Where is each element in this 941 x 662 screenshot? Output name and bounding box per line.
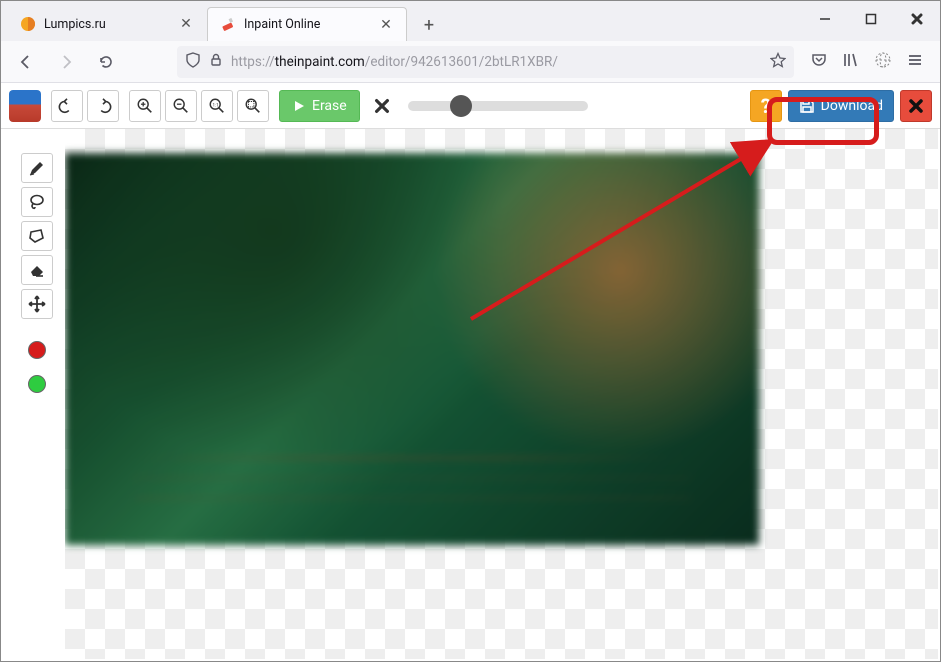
new-tab-button[interactable]: + — [413, 9, 445, 41]
app-logo — [9, 90, 41, 122]
browser-tab-title: Inpaint Online — [244, 17, 378, 32]
close-editor-button[interactable] — [900, 90, 932, 122]
nav-reload-button[interactable] — [91, 47, 121, 77]
erase-label: Erase — [312, 98, 347, 114]
zoom-in-button[interactable] — [129, 90, 161, 122]
save-icon — [799, 98, 815, 114]
url-protocol: https:// — [231, 54, 275, 70]
url-bar[interactable]: https://theinpaint.com/editor/942613601/… — [177, 46, 794, 78]
favicon-lumpics — [20, 16, 36, 32]
zoom-fit-button[interactable] — [237, 90, 269, 122]
window-close-button[interactable] — [894, 1, 940, 37]
url-text: https://theinpaint.com/editor/942613601/… — [231, 54, 762, 70]
mask-green-button[interactable] — [21, 369, 53, 399]
help-icon: ? — [761, 94, 771, 118]
play-icon — [292, 99, 306, 113]
help-button[interactable]: ? — [750, 90, 782, 122]
hamburger-menu-icon[interactable] — [906, 51, 924, 73]
browser-tab-lumpics[interactable]: Lumpics.ru ✕ — [7, 7, 207, 41]
canvas-area[interactable] — [65, 129, 938, 659]
library-icon[interactable] — [842, 51, 860, 73]
window-minimize-button[interactable] — [802, 1, 848, 37]
tab-close-icon[interactable]: ✕ — [178, 16, 194, 32]
redo-button[interactable] — [87, 90, 119, 122]
marker-tool-button[interactable] — [21, 153, 53, 183]
extension-globe-icon[interactable] — [874, 51, 892, 73]
editor-image[interactable] — [65, 153, 759, 545]
eraser-tool-button[interactable] — [21, 255, 53, 285]
undo-button[interactable] — [51, 90, 83, 122]
nav-forward-button[interactable] — [51, 47, 81, 77]
bookmark-star-icon[interactable] — [770, 52, 786, 72]
lasso-tool-button[interactable] — [21, 187, 53, 217]
download-button[interactable]: Download — [788, 90, 894, 122]
tab-close-icon[interactable]: ✕ — [378, 17, 394, 33]
download-label: Download — [821, 98, 883, 114]
svg-text:1:1: 1:1 — [213, 102, 219, 108]
pocket-icon[interactable] — [810, 51, 828, 73]
browser-tab-title: Lumpics.ru — [44, 17, 178, 32]
shield-icon — [185, 52, 201, 72]
nav-back-button[interactable] — [11, 47, 41, 77]
zoom-actual-button[interactable]: 1:1 — [201, 90, 233, 122]
move-tool-button[interactable] — [21, 289, 53, 319]
favicon-inpaint — [220, 17, 236, 33]
green-dot-icon — [28, 375, 46, 393]
slider-thumb[interactable] — [450, 95, 472, 117]
zoom-out-button[interactable] — [165, 90, 197, 122]
polygon-tool-button[interactable] — [21, 221, 53, 251]
browser-tab-inpaint[interactable]: Inpaint Online ✕ — [207, 7, 407, 41]
mask-red-button[interactable] — [21, 335, 53, 365]
erase-button[interactable]: Erase — [279, 90, 360, 122]
lock-icon — [209, 53, 223, 71]
cancel-erase-button[interactable] — [366, 90, 398, 122]
brush-size-slider[interactable] — [408, 101, 588, 111]
window-maximize-button[interactable] — [848, 1, 894, 37]
url-domain: theinpaint.com — [275, 54, 365, 70]
red-dot-icon — [28, 341, 46, 359]
url-path: /editor/942613601/2btLR1XBR/ — [365, 54, 558, 70]
